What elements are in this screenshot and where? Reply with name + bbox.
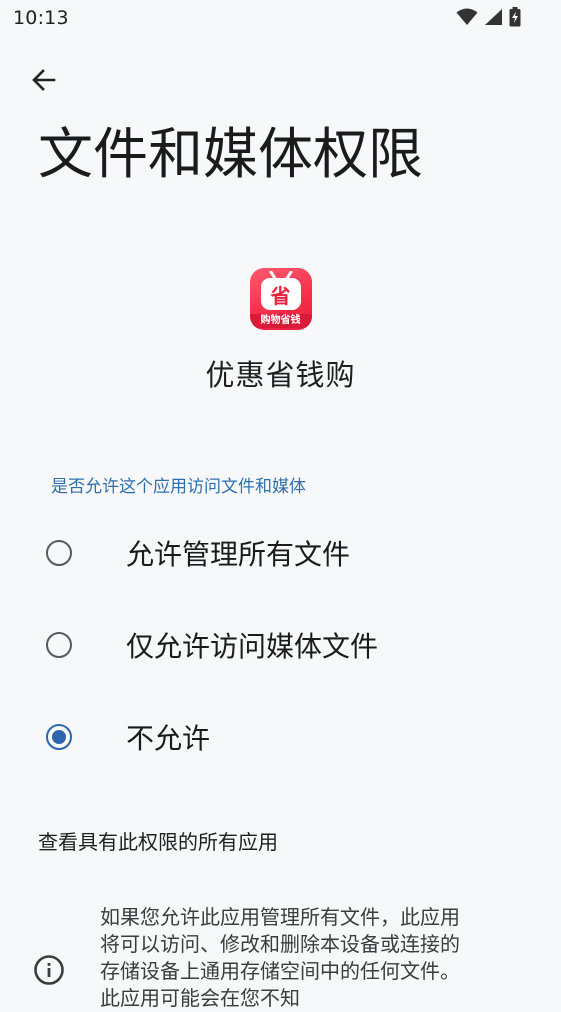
view-all-apps-link[interactable]: 查看具有此权限的所有应用 [38,826,278,855]
radio-button-selected[interactable] [46,724,72,750]
option-deny[interactable]: 不允许 [0,691,561,783]
arrow-left-icon [30,66,58,98]
radio-dot [52,730,66,744]
app-icon-glyph: 省 [260,278,301,310]
status-icons [456,7,521,27]
app-icon-caption: 购物省钱 [249,314,312,328]
page-title: 文件和媒体权限 [38,122,424,186]
app-icon: 省 购物省钱 [249,268,312,330]
option-label: 不允许 [126,722,211,755]
option-label: 允许管理所有文件 [126,538,351,571]
status-bar: 10:13 [0,0,561,38]
permission-section-label: 是否允许这个应用访问文件和媒体 [51,477,306,497]
signal-icon [484,8,503,26]
app-header: 省 购物省钱 优惠省钱购 [0,268,561,394]
wifi-icon [456,8,478,26]
info-icon [33,954,65,986]
battery-charging-icon [509,7,521,27]
info-text: 如果您允许此应用管理所有文件，此应用将可以访问、修改和删除本设备或连接的存储设备… [100,905,460,1010]
option-allow-media-only[interactable]: 仅允许访问媒体文件 [0,599,561,691]
app-name: 优惠省钱购 [205,358,356,392]
radio-button[interactable] [46,632,72,658]
option-allow-all-files[interactable]: 允许管理所有文件 [0,507,561,599]
radio-button[interactable] [46,540,72,566]
status-time: 10:13 [13,7,69,29]
option-label: 仅允许访问媒体文件 [126,630,379,663]
back-button[interactable] [22,60,66,104]
